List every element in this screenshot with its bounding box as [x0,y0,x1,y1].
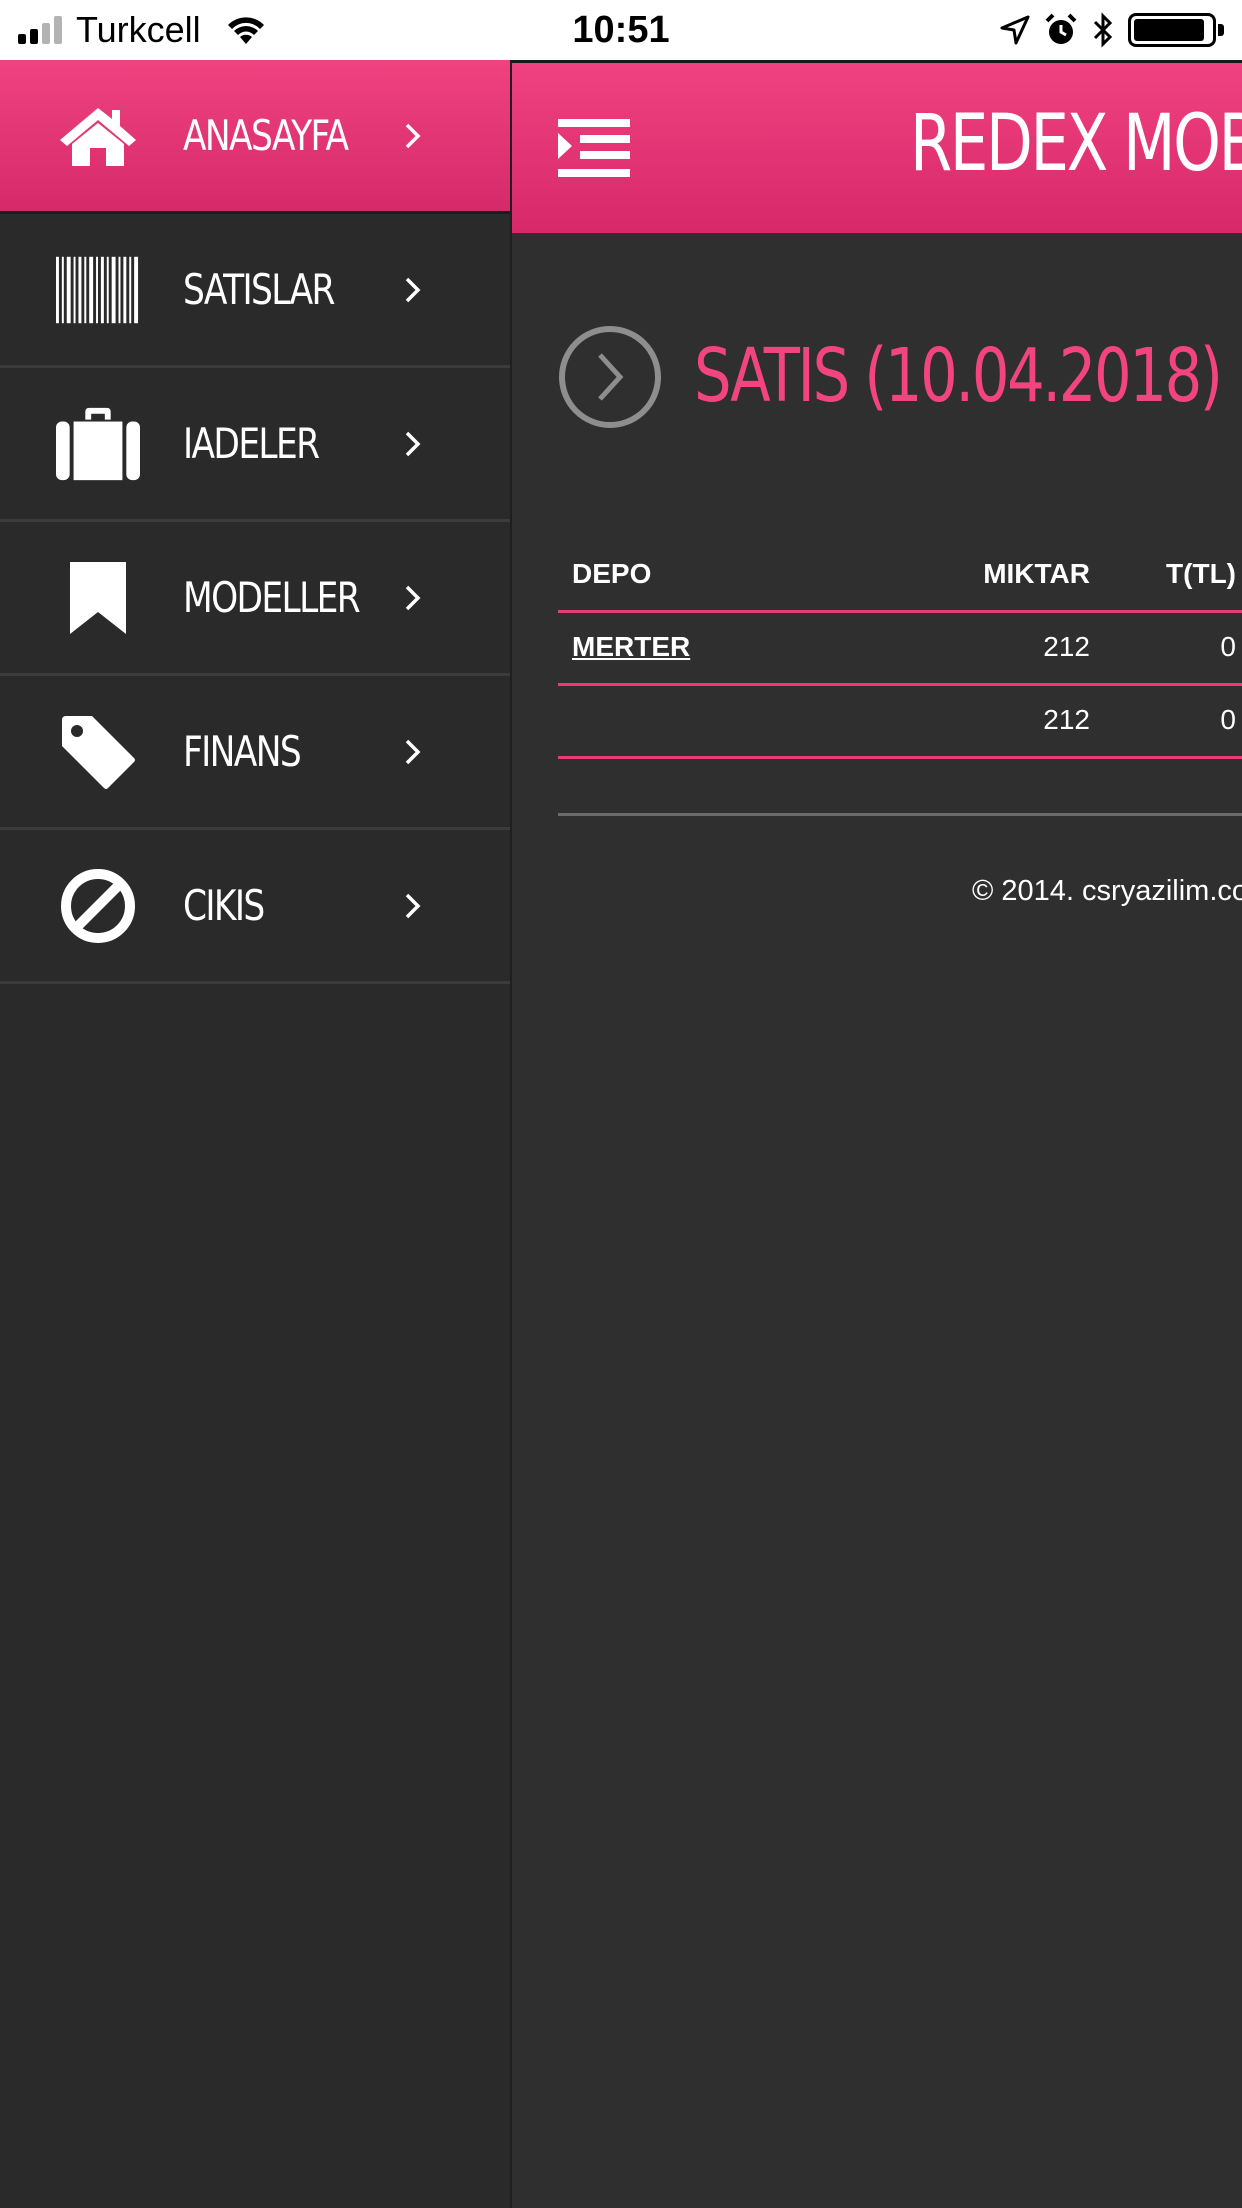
column-header-depo: DEPO [572,558,652,589]
app-title: REDEX MOBILE [910,99,1242,189]
chevron-right-icon [405,123,421,148]
location-arrow-icon [1000,15,1030,45]
side-drawer: ANASAYFA SATISLAR IADELER MODELLER FINAN… [0,60,510,2208]
bookmark-icon [56,556,140,640]
menu-item-label: IADELER [183,419,320,468]
alarm-icon [1045,13,1077,44]
section-header: SATIS (10.04.2018) [558,325,1238,435]
miktar-cell: 212 [1043,631,1090,662]
menu-item-label: CIKIS [183,881,265,930]
tutar-cell: 0 [1220,704,1236,735]
menu-item-anasayfa[interactable]: ANASAYFA [0,60,510,214]
depo-link[interactable]: MERTER [572,631,690,663]
menu-item-label: MODELLER [183,573,361,622]
menu-item-label: SATISLAR [183,265,335,314]
column-header-tutar: T(TL) [1166,558,1236,589]
menu-item-label: FINANS [183,727,302,776]
menu-item-finans[interactable]: FINANS [0,676,510,830]
menu-item-label: ANASAYFA [183,111,349,160]
briefcase-icon [56,402,140,486]
chevron-right-icon [405,277,421,302]
menu-item-satislar[interactable]: SATISLAR [0,214,510,368]
miktar-cell: 212 [1043,704,1090,735]
section-title: SATIS (10.04.2018) [694,333,1223,419]
battery-icon [1128,13,1228,47]
tutar-cell: 0 [1220,631,1236,662]
main-panel: REDEX MOBILE SATIS (10.04.2018) DEPO MIK… [510,60,1242,2208]
chevron-right-icon [405,739,421,764]
top-app-bar: REDEX MOBILE [512,60,1242,233]
footer-copyright: © 2014. csryazilim.com [972,875,1242,907]
chevron-right-icon [405,585,421,610]
tag-icon [56,710,140,794]
menu-toggle-icon[interactable] [558,119,630,177]
menu-item-cikis[interactable]: CIKIS [0,830,510,984]
status-bar: Turkcell 10:51 [0,0,1242,60]
sales-table: DEPO MIKTAR T(TL) MERTER 212 0 212 0 [558,540,1242,759]
home-icon [56,94,140,178]
table-total-row: 212 0 [558,686,1242,759]
menu-item-modeller[interactable]: MODELLER [0,522,510,676]
chevron-right-icon [405,431,421,456]
column-header-miktar: MIKTAR [983,558,1090,589]
circle-chevron-right-icon[interactable] [558,325,662,429]
table-header-row: DEPO MIKTAR T(TL) [558,540,1242,613]
table-row: MERTER 212 0 [558,613,1242,686]
chevron-right-icon [405,893,421,918]
menu-item-iadeler[interactable]: IADELER [0,368,510,522]
divider [558,813,1242,816]
bluetooth-icon [1093,12,1113,48]
ban-icon [56,864,140,948]
barcode-icon [56,248,140,332]
